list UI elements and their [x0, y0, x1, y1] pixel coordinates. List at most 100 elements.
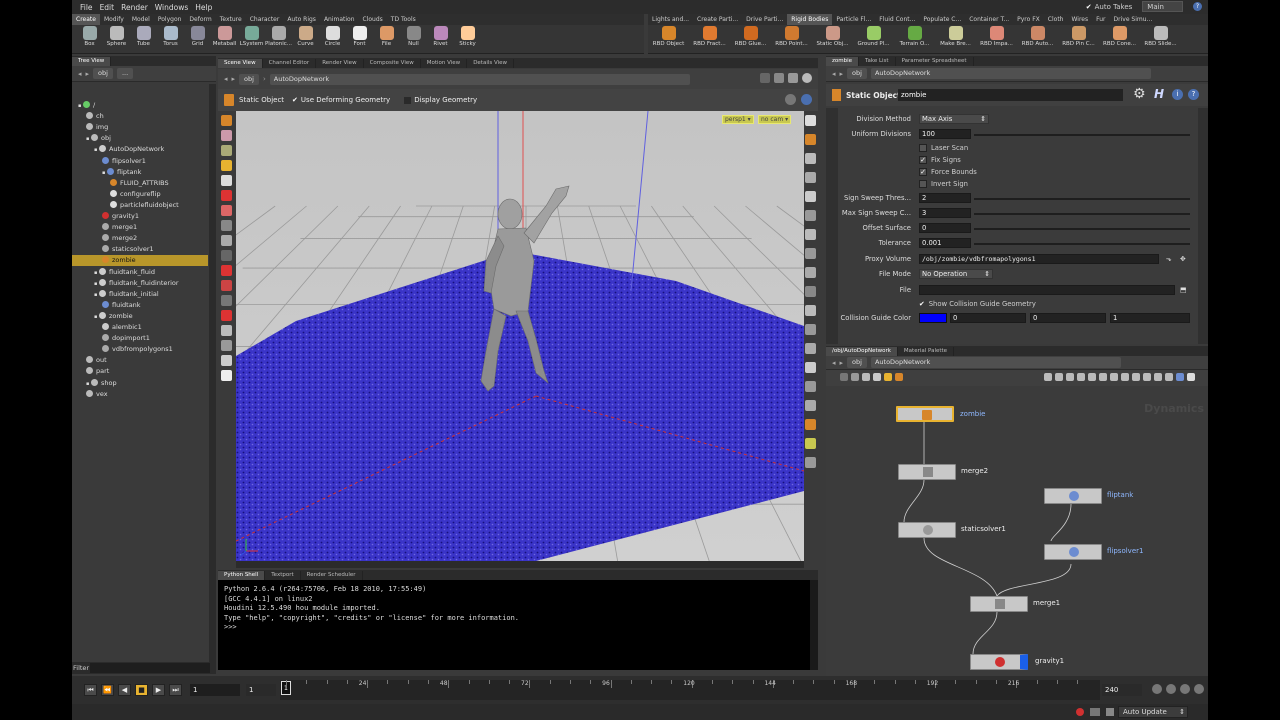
node-fliptank[interactable]: fliptank [1044, 488, 1133, 504]
node-zombie[interactable]: zombie [896, 406, 985, 422]
tab-textport[interactable]: Textport [265, 571, 301, 580]
check-icon[interactable]: ✔ [292, 96, 298, 104]
fix-signs-checkbox[interactable]: ✓ [919, 156, 927, 164]
tolerance-slider[interactable] [974, 243, 1190, 245]
network-canvas[interactable]: Dynamics zombie merge2 staticsolver1 fli… [826, 386, 1208, 676]
tree-item-fluidtank-fluid[interactable]: ▪ fluidtank_fluid [72, 267, 208, 278]
tree-item-shop[interactable]: ▪ shop [72, 378, 208, 389]
tree-item-fliptank[interactable]: ▪ fliptank [72, 167, 208, 178]
network-view-icon[interactable] [1066, 373, 1074, 381]
tab-take-list[interactable]: Take List [859, 57, 896, 66]
timeline-ruler[interactable]: 1 24 48 72 96 120 144 168 192 216 [280, 680, 1100, 700]
tool-rbd-glue[interactable]: RBD Glue... [730, 26, 771, 47]
display-option-icon[interactable] [805, 362, 816, 373]
tab-render-scheduler[interactable]: Render Scheduler [301, 571, 363, 580]
tree-item-zombie[interactable]: ▪ zombie [72, 311, 208, 322]
shelf-tab-clouds[interactable]: Clouds [359, 14, 387, 25]
viewport-tool-icon[interactable] [221, 145, 232, 156]
cache-icon[interactable] [1090, 708, 1100, 716]
viewport-tool-icon[interactable] [221, 340, 232, 351]
viewport-tool-icon[interactable] [221, 355, 232, 366]
info-icon[interactable]: i [1172, 89, 1183, 100]
tool-curve[interactable]: Curve [292, 26, 319, 47]
tool-rbd-auto[interactable]: RBD Auto... [1017, 26, 1058, 47]
param-path-obj[interactable]: obj [847, 68, 867, 79]
tree-item-particlefluidobject[interactable]: particlefluidobject [72, 200, 208, 211]
tool-static-obj[interactable]: Static Obj... [812, 26, 853, 47]
display-option-icon[interactable] [805, 153, 816, 164]
tool-rbd-slide[interactable]: RBD Slide... [1140, 26, 1181, 47]
end-frame-field[interactable]: 240 [1102, 684, 1142, 696]
tab-parameter-spreadsheet[interactable]: Parameter Spreadsheet [896, 57, 974, 66]
network-view-icon[interactable] [1044, 373, 1052, 381]
shelf-tab-fluid-cont[interactable]: Fluid Cont... [875, 14, 919, 25]
guide-color-g-field[interactable]: 0 [1030, 313, 1106, 323]
shelf-tab-lights-and[interactable]: Lights and... [648, 14, 693, 25]
network-view-icon[interactable] [1077, 373, 1085, 381]
network-view-icon[interactable] [1143, 373, 1151, 381]
tool-sphere[interactable]: Sphere [103, 26, 130, 47]
uniform-divisions-slider[interactable] [974, 134, 1190, 136]
network-tool-icon[interactable] [840, 373, 848, 381]
tab-obj-autodopnetwork[interactable]: /obj/AutoDopNetwork [826, 347, 898, 356]
tree-item-autodopnetwork[interactable]: ▪ AutoDopNetwork [72, 144, 208, 155]
camera-nocam-menu[interactable]: no cam ▾ [758, 115, 792, 124]
tree-scrollbar[interactable] [209, 84, 216, 664]
network-view-icon[interactable] [1121, 373, 1129, 381]
tool-tube[interactable]: Tube [130, 26, 157, 47]
network-view-icon[interactable] [1165, 373, 1173, 381]
param-laser-scan[interactable]: Laser Scan [919, 143, 968, 154]
shelf-tab-animation[interactable]: Animation [320, 14, 359, 25]
file-mode-menu[interactable]: No Operation ⇕ [919, 269, 993, 279]
param-invert-sign[interactable]: Invert Sign [919, 179, 968, 190]
tool-lsystem[interactable]: LSystem [238, 26, 265, 47]
tree-item-flipsolver1[interactable]: flipsolver1 [72, 156, 208, 167]
jump-start-button[interactable]: ⏮ [84, 684, 97, 696]
node-chooser-icon[interactable]: ⬎ [1166, 254, 1172, 265]
auto-update-menu[interactable]: Auto Update ⇕ [1118, 706, 1188, 718]
tool-rbd-fract[interactable]: RBD Fract... [689, 26, 730, 47]
network-path-obj[interactable]: obj [847, 357, 867, 368]
tool-torus[interactable]: Torus [157, 26, 184, 47]
tool-rbd-object[interactable]: RBD Object [648, 26, 689, 47]
key-icon[interactable] [1166, 684, 1176, 694]
shelf-tab-drive-simu[interactable]: Drive Simu... [1110, 14, 1157, 25]
division-method-menu[interactable]: Max Axis ⇕ [919, 114, 989, 124]
viewport-tool-icon[interactable] [221, 310, 232, 321]
shelf-tab-model[interactable]: Model [128, 14, 154, 25]
back-icon[interactable]: ◂ [224, 75, 228, 83]
param-path-node[interactable]: AutoDopNetwork [870, 68, 1151, 79]
shelf-tab-particle-fl[interactable]: Particle Fl... [832, 14, 875, 25]
network-tool-icon[interactable] [873, 373, 881, 381]
tree-item-staticsolver1[interactable]: staticsolver1 [72, 244, 208, 255]
back-icon[interactable]: ◂ [78, 70, 82, 78]
network-view-icon[interactable] [1088, 373, 1096, 381]
shelf-tab-create-parti[interactable]: Create Parti... [693, 14, 742, 25]
display-option-icon[interactable] [805, 419, 816, 430]
tree-item-merge1[interactable]: merge1 [72, 222, 208, 233]
network-tool-icon[interactable] [884, 373, 892, 381]
tree-item-vex[interactable]: vex [72, 389, 208, 400]
auto-takes-toggle[interactable]: ✔ Auto Takes [1086, 3, 1133, 11]
tool-rbd-point[interactable]: RBD Point... [771, 26, 812, 47]
tree-item-dopimport1[interactable]: dopimport1 [72, 333, 208, 344]
display-option-icon[interactable] [805, 115, 816, 126]
param-show-guide[interactable]: ✔ Show Collision Guide Geometry [919, 299, 1036, 310]
file-field[interactable] [919, 285, 1175, 295]
shelf-tab-create[interactable]: Create [72, 14, 100, 25]
shelf-tab-polygon[interactable]: Polygon [154, 14, 186, 25]
shelf-tab-cloth[interactable]: Cloth [1044, 14, 1068, 25]
node-merge1[interactable]: merge1 [970, 596, 1060, 612]
houdini-help-icon[interactable]: H [1154, 87, 1164, 101]
help-icon[interactable]: ? [1188, 89, 1199, 100]
help-icon[interactable]: ? [1193, 2, 1202, 11]
tree-item-fluidtank-fluidinterior[interactable]: ▪ fluidtank_fluidinterior [72, 278, 208, 289]
tab-render-view[interactable]: Render View [316, 59, 364, 68]
tab-scene-view[interactable]: Scene View [218, 59, 263, 68]
max-sign-sweep-field[interactable]: 3 [919, 208, 971, 218]
tree-item-img[interactable]: img [72, 122, 208, 133]
tool-metaball[interactable]: Metaball [211, 26, 238, 47]
display-option-icon[interactable] [805, 324, 816, 335]
display-option-icon[interactable] [805, 286, 816, 297]
network-view-icon[interactable] [1055, 373, 1063, 381]
